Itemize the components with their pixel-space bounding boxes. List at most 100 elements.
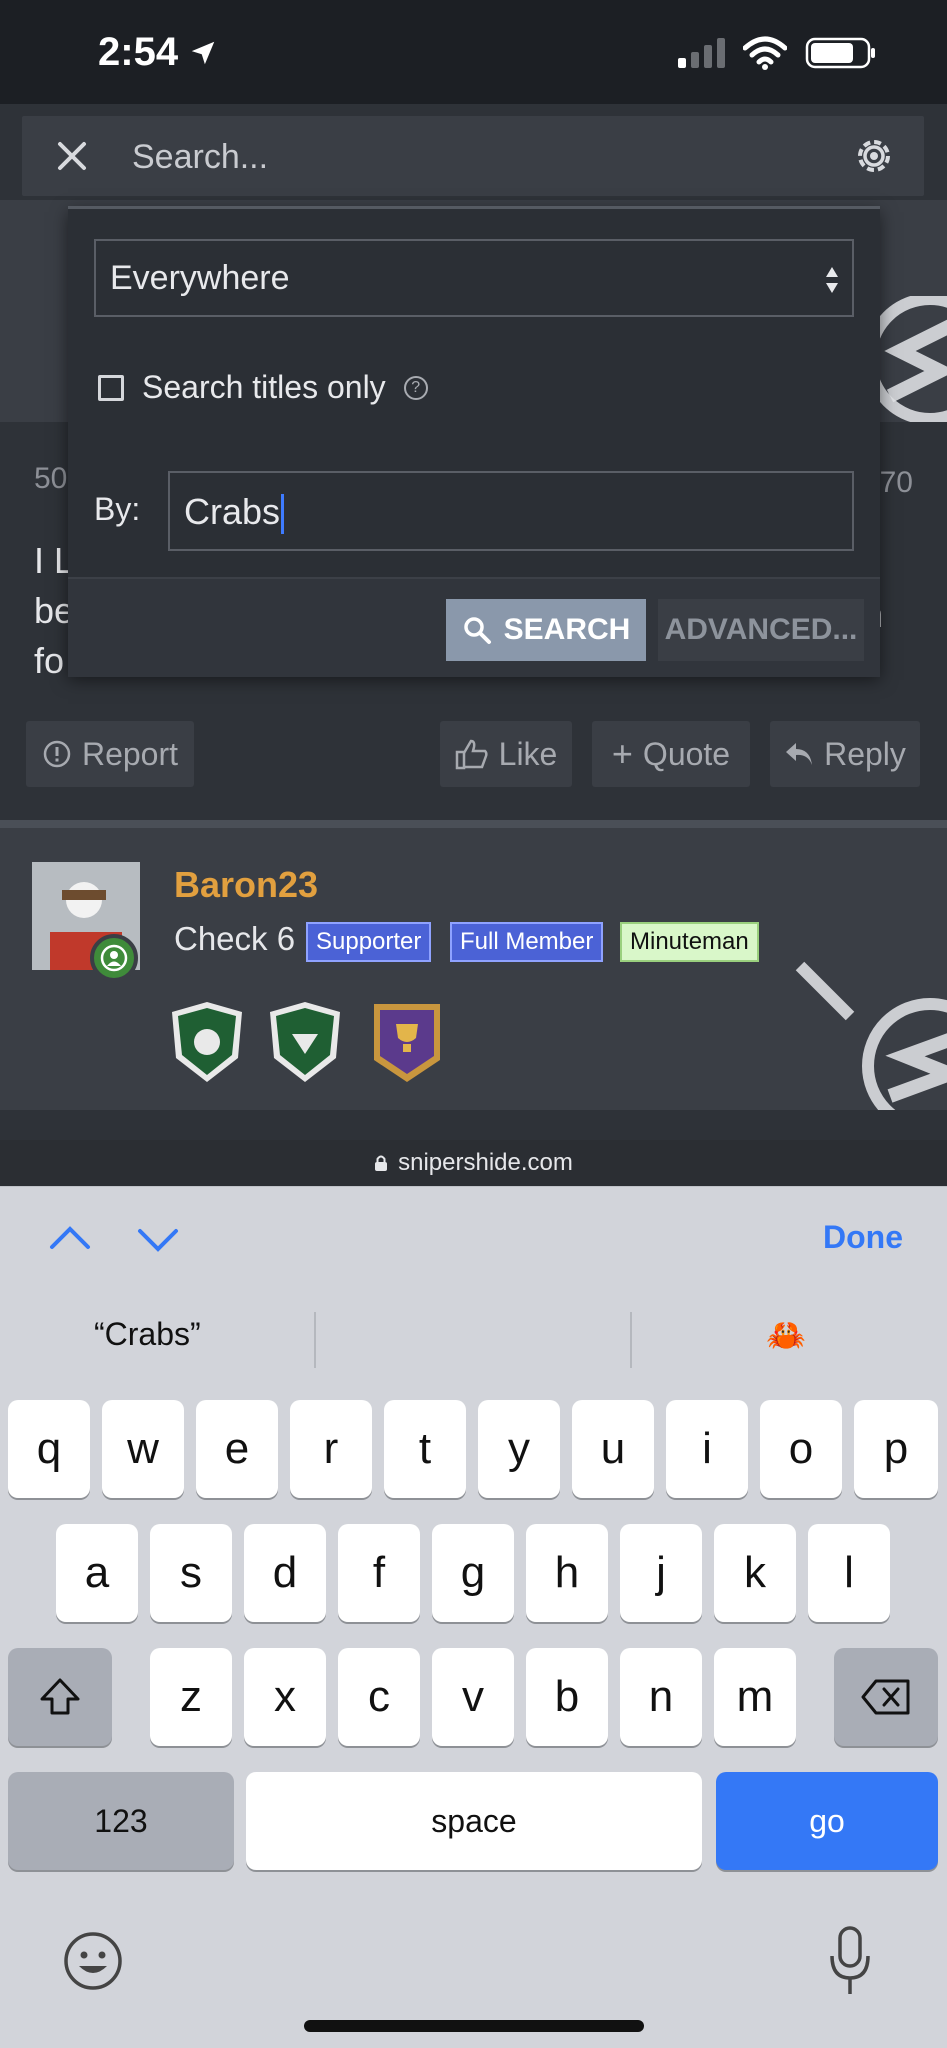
key-n[interactable]: n	[620, 1648, 702, 1746]
suggestion-divider	[630, 1312, 632, 1368]
member-name-value: Crabs	[184, 491, 281, 532]
battery-icon	[805, 37, 875, 69]
post-number-right: 70	[879, 466, 913, 499]
backspace-icon	[861, 1679, 910, 1715]
key-y[interactable]: y	[478, 1400, 560, 1498]
delete-key[interactable]	[834, 1648, 938, 1746]
key-p[interactable]: p	[854, 1400, 938, 1498]
by-label: By:	[94, 491, 141, 527]
key-z[interactable]: z	[150, 1648, 232, 1746]
search-bar: Search...	[22, 116, 924, 196]
titles-only-checkbox[interactable]	[98, 374, 124, 401]
member-name-field[interactable]: Crabs	[168, 471, 854, 551]
numbers-key[interactable]: 123	[8, 1772, 234, 1870]
key-x[interactable]: x	[244, 1648, 326, 1746]
keyboard-accessory-bar: Done	[0, 1186, 947, 1286]
microphone-icon[interactable]	[826, 1924, 874, 1998]
key-f[interactable]: f	[338, 1524, 420, 1622]
search-options-panel: Everywhere Search titles only ? By: Crab…	[68, 206, 880, 677]
like-button[interactable]: Like	[440, 721, 572, 787]
key-o[interactable]: o	[760, 1400, 842, 1498]
done-button[interactable]: Done	[823, 1219, 903, 1256]
tag-supporter: Supporter	[306, 922, 432, 962]
titles-only-label[interactable]: Search titles only	[142, 369, 386, 406]
reply-label: Reply	[824, 735, 906, 772]
home-indicator	[304, 2020, 644, 2032]
key-d[interactable]: d	[244, 1524, 326, 1622]
reply-arrow-icon	[786, 743, 813, 765]
cup-trophy-icon[interactable]	[368, 1000, 446, 1084]
key-e[interactable]: e	[196, 1400, 278, 1498]
emoji-icon[interactable]	[62, 1930, 124, 1992]
quote-label: Quote	[642, 735, 731, 772]
post-divider	[0, 820, 947, 828]
titles-only-row: Search titles only ?	[98, 369, 428, 406]
search-icon	[463, 617, 491, 644]
keyboard: “Crabs” 🦀 q w e r t y u i o p a s d f g …	[0, 1286, 947, 2048]
key-t[interactable]: t	[384, 1400, 466, 1498]
help-icon[interactable]: ?	[403, 375, 428, 400]
chevron-down-icon[interactable]	[136, 1217, 180, 1261]
plus-icon: +	[611, 733, 633, 774]
search-button[interactable]: SEARCH	[446, 599, 646, 661]
browser-url-bar[interactable]: snipershide.com	[0, 1140, 947, 1186]
key-i[interactable]: i	[666, 1400, 748, 1498]
status-time-group: 2:54	[98, 30, 218, 75]
key-j[interactable]: j	[620, 1524, 702, 1622]
advanced-button-label: ADVANCED...	[664, 613, 858, 646]
member-title: Check 6	[174, 920, 296, 957]
like-label: Like	[498, 735, 558, 772]
key-g[interactable]: g	[432, 1524, 514, 1622]
suggestion-bar: “Crabs” 🦀	[0, 1286, 947, 1386]
report-label: Report	[81, 735, 179, 772]
status-bar: 2:54	[0, 0, 947, 104]
cellular-signal-icon	[678, 38, 725, 68]
search-input[interactable]: Search...	[132, 138, 268, 177]
key-h[interactable]: h	[526, 1524, 608, 1622]
key-m[interactable]: m	[714, 1648, 796, 1746]
key-s[interactable]: s	[150, 1524, 232, 1622]
wifi-icon	[743, 36, 787, 70]
suggestion-divider	[314, 1312, 316, 1368]
chevron-up-icon[interactable]	[48, 1217, 92, 1261]
key-b[interactable]: b	[526, 1648, 608, 1746]
search-scope-value: Everywhere	[110, 259, 290, 297]
report-button[interactable]: Report	[26, 721, 194, 787]
search-scope-select[interactable]: Everywhere	[94, 239, 854, 317]
location-arrow-icon	[191, 41, 215, 64]
reply-button[interactable]: Reply	[770, 721, 920, 787]
grenade-trophy-icon[interactable]	[168, 1000, 246, 1084]
key-r[interactable]: r	[290, 1400, 372, 1498]
key-q[interactable]: q	[8, 1400, 90, 1498]
tag-minuteman: Minuteman	[620, 922, 759, 962]
status-time: 2:54	[98, 30, 179, 74]
shift-key[interactable]	[8, 1648, 112, 1746]
url-text: snipershide.com	[398, 1149, 573, 1176]
key-v[interactable]: v	[432, 1648, 514, 1746]
select-arrows-icon	[826, 267, 838, 293]
lock-icon	[375, 1155, 388, 1171]
space-key[interactable]: space	[246, 1772, 702, 1870]
thumbs-up-icon	[455, 739, 488, 770]
tag-full-member: Full Member	[450, 922, 604, 962]
alert-circle-icon	[43, 740, 71, 768]
snipershide-logo-watermark	[795, 961, 947, 1110]
shift-icon	[40, 1678, 80, 1715]
key-k[interactable]: k	[714, 1524, 796, 1622]
crab-emoji-suggestion[interactable]: 🦀	[766, 1316, 806, 1354]
go-key[interactable]: go	[716, 1772, 938, 1870]
advanced-search-button[interactable]: ADVANCED...	[658, 599, 864, 661]
post-text-line: fo	[34, 640, 65, 681]
key-a[interactable]: a	[56, 1524, 138, 1622]
post-number: 50	[34, 462, 68, 495]
quote-button[interactable]: + Quote	[592, 721, 750, 787]
key-l[interactable]: l	[808, 1524, 890, 1622]
key-u[interactable]: u	[572, 1400, 654, 1498]
username-link[interactable]: Baron23	[174, 864, 318, 906]
close-icon[interactable]	[52, 136, 92, 176]
gear-icon[interactable]	[852, 134, 896, 178]
diamond-trophy-icon[interactable]	[266, 1000, 344, 1084]
suggestion-item[interactable]: “Crabs”	[94, 1316, 201, 1353]
key-w[interactable]: w	[102, 1400, 184, 1498]
key-c[interactable]: c	[338, 1648, 420, 1746]
